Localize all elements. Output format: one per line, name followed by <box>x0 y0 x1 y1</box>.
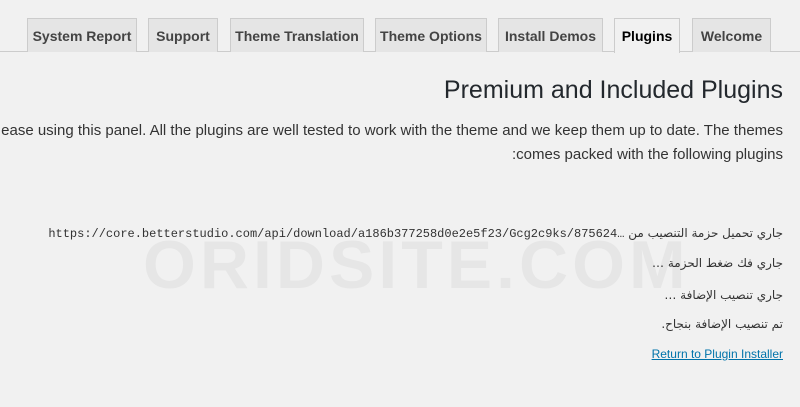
description-line-1: ease using this panel. All the plugins a… <box>1 122 783 139</box>
download-prefix: جاري تحميل حزمة التنصيب من <box>628 226 783 240</box>
page-title: Premium and Included Plugins <box>443 76 783 104</box>
tab-theme-translation[interactable]: Theme Translation <box>230 18 364 52</box>
tab-theme-options[interactable]: Theme Options <box>375 18 487 52</box>
tab-plugins[interactable]: Plugins <box>614 18 680 53</box>
tab-system-report[interactable]: System Report <box>27 18 137 52</box>
description-line-2: :comes packed with the following plugins <box>512 146 783 163</box>
download-url: https://core.betterstudio.com/api/downlo… <box>48 227 625 241</box>
log-unpack-line: جاري فك ضغط الحزمة … <box>652 256 783 270</box>
log-success-line: تم تنصيب الإضافة بنجاح. <box>661 317 783 331</box>
tab-install-demos[interactable]: Install Demos <box>498 18 603 52</box>
tab-welcome[interactable]: Welcome <box>692 18 771 52</box>
tab-support[interactable]: Support <box>148 18 218 52</box>
return-to-plugin-installer-link[interactable]: Return to Plugin Installer <box>652 347 783 361</box>
tabs-bar: System Report Support Theme Translation … <box>0 0 800 53</box>
log-download-line: https://core.betterstudio.com/api/downlo… <box>48 226 783 241</box>
log-install-line: جاري تنصيب الإضافة … <box>664 288 783 302</box>
